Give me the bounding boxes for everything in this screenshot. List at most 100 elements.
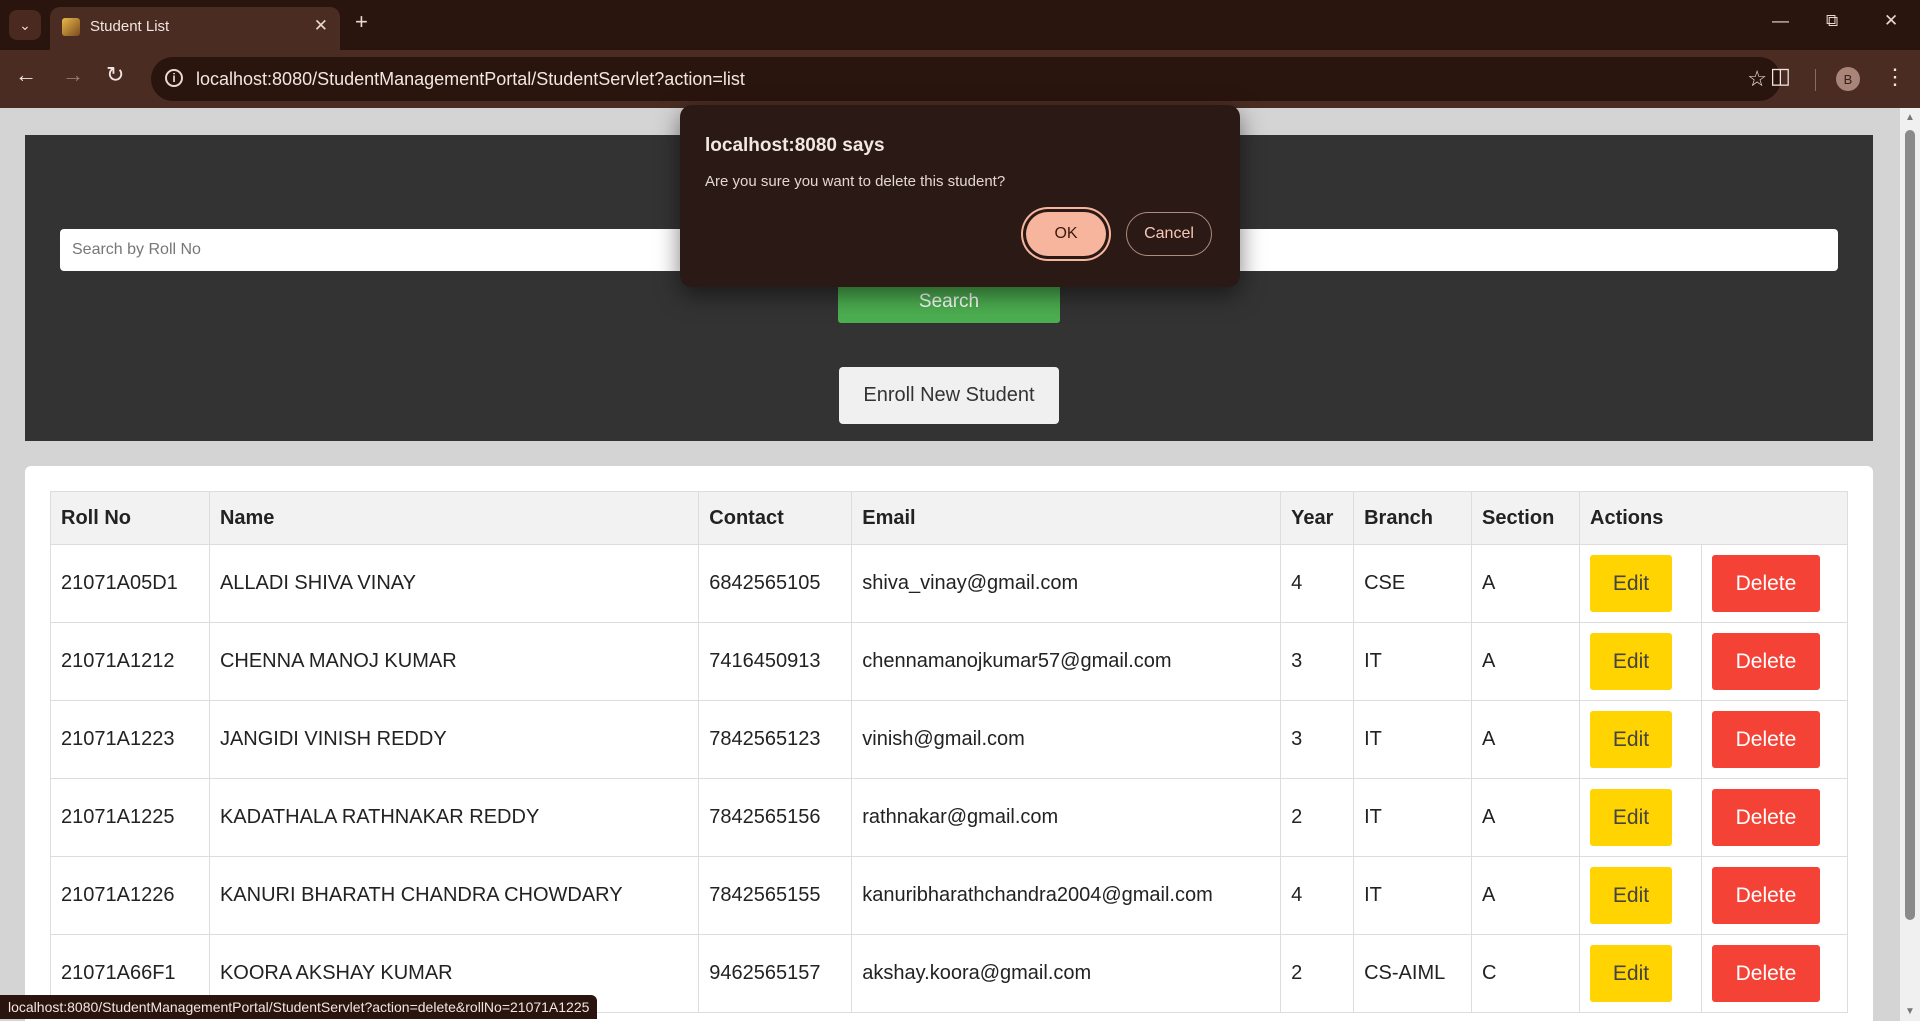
delete-button[interactable]: Delete (1711, 633, 1820, 690)
enroll-new-student-button[interactable]: Enroll New Student (839, 367, 1059, 424)
cell-name: ALLADI SHIVA VINAY (208, 544, 700, 623)
col-header-email: Email (851, 491, 1282, 545)
browser-tab-bar: ⌄ Student List ✕ + — ⧉ ✕ (0, 0, 1920, 50)
cell-name: KANURI BHARATH CHANDRA CHOWDARY (208, 856, 700, 935)
cell-edit: Edit (1579, 778, 1702, 857)
cell-year: 3 (1280, 622, 1355, 701)
profile-avatar[interactable]: B (1836, 67, 1860, 91)
edit-button[interactable]: Edit (1590, 555, 1673, 612)
minimize-icon[interactable]: — (1772, 12, 1789, 29)
cell-contact: 6842565105 (698, 544, 853, 623)
cell-email: shiva_vinay@gmail.com (851, 544, 1282, 623)
students-table: Roll No Name Contact Email Year Branch S… (50, 491, 1849, 1013)
new-tab-plus-icon[interactable]: + (355, 11, 368, 33)
col-header-year: Year (1280, 491, 1355, 545)
edit-button[interactable]: Edit (1590, 789, 1673, 846)
cell-contact: 9462565157 (698, 934, 853, 1013)
scroll-thumb[interactable] (1905, 130, 1915, 920)
site-info-icon[interactable]: i (165, 69, 183, 87)
cell-roll: 21071A1223 (50, 700, 210, 779)
dialog-cancel-button[interactable]: Cancel (1126, 212, 1212, 256)
window-close-icon[interactable]: ✕ (1884, 12, 1898, 29)
extensions-puzzle-icon[interactable]: ◫ (1770, 63, 1791, 89)
cell-branch: IT (1353, 700, 1473, 779)
cell-name: CHENNA MANOJ KUMAR (208, 622, 700, 701)
cell-delete: Delete (1700, 544, 1849, 623)
col-header-section: Section (1471, 491, 1581, 545)
restore-icon[interactable]: ⧉ (1826, 12, 1838, 29)
page-scrollbar[interactable]: ▲ ▼ (1900, 108, 1920, 1021)
edit-button[interactable]: Edit (1590, 867, 1673, 924)
cell-year: 2 (1280, 934, 1355, 1013)
col-header-name: Name (208, 491, 700, 545)
table-row: 21071A1212 CHENNA MANOJ KUMAR 7416450913… (50, 622, 1849, 701)
cell-delete: Delete (1700, 934, 1849, 1013)
cell-section: A (1471, 700, 1581, 779)
tab-title: Student List (90, 18, 170, 35)
cell-email: rathnakar@gmail.com (851, 778, 1282, 857)
favicon-icon (62, 18, 80, 36)
students-table-panel: Roll No Name Contact Email Year Branch S… (25, 466, 1873, 1021)
cell-year: 4 (1280, 544, 1355, 623)
search-button[interactable]: Search (838, 281, 1060, 323)
cell-edit: Edit (1579, 934, 1702, 1013)
cell-contact: 7842565123 (698, 700, 853, 779)
close-tab-icon[interactable]: ✕ (314, 16, 328, 36)
cell-section: A (1471, 778, 1581, 857)
cell-delete: Delete (1700, 856, 1849, 935)
scroll-down-arrow-icon[interactable]: ▼ (1905, 1006, 1915, 1017)
delete-button[interactable]: Delete (1711, 555, 1820, 612)
col-header-roll: Roll No (50, 491, 210, 545)
dialog-message: Are you sure you want to delete this stu… (705, 173, 1006, 190)
cell-contact: 7416450913 (698, 622, 853, 701)
cell-year: 4 (1280, 856, 1355, 935)
cell-branch: CS-AIML (1353, 934, 1473, 1013)
cell-branch: CSE (1353, 544, 1473, 623)
back-arrow-icon[interactable]: ← (15, 64, 37, 86)
edit-button[interactable]: Edit (1590, 945, 1673, 1002)
delete-button[interactable]: Delete (1711, 867, 1820, 924)
table-row: 21071A05D1 ALLADI SHIVA VINAY 6842565105… (50, 544, 1849, 623)
cell-delete: Delete (1700, 622, 1849, 701)
dialog-title: localhost:8080 says (705, 135, 885, 156)
address-bar[interactable]: i localhost:8080/StudentManagementPortal… (151, 57, 1781, 101)
cell-year: 2 (1280, 778, 1355, 857)
reload-icon[interactable]: ↻ (106, 64, 124, 86)
scroll-up-arrow-icon[interactable]: ▲ (1905, 112, 1915, 123)
browser-toolbar: ← → ↻ i localhost:8080/StudentManagement… (0, 50, 1920, 108)
cell-branch: IT (1353, 856, 1473, 935)
table-row: 21071A1226 KANURI BHARATH CHANDRA CHOWDA… (50, 856, 1849, 935)
delete-button[interactable]: Delete (1711, 945, 1820, 1002)
edit-button[interactable]: Edit (1590, 711, 1673, 768)
cell-roll: 21071A1212 (50, 622, 210, 701)
cell-roll: 21071A05D1 (50, 544, 210, 623)
url-text[interactable]: localhost:8080/StudentManagementPortal/S… (196, 69, 745, 90)
cell-section: A (1471, 544, 1581, 623)
forward-arrow-icon[interactable]: → (62, 64, 84, 86)
cell-email: akshay.koora@gmail.com (851, 934, 1282, 1013)
cell-branch: IT (1353, 778, 1473, 857)
cell-email: kanuribharathchandra2004@gmail.com (851, 856, 1282, 935)
cell-section: C (1471, 934, 1581, 1013)
toolbar-divider (1815, 69, 1816, 91)
tab-search-chevron-icon[interactable]: ⌄ (9, 10, 41, 40)
table-header-row: Roll No Name Contact Email Year Branch S… (50, 491, 1848, 545)
cell-delete: Delete (1700, 778, 1849, 857)
cell-section: A (1471, 856, 1581, 935)
dialog-ok-button[interactable]: OK (1026, 212, 1106, 256)
col-header-contact: Contact (698, 491, 853, 545)
cell-edit: Edit (1579, 700, 1702, 779)
delete-button[interactable]: Delete (1711, 789, 1820, 846)
table-row: 21071A1223 JANGIDI VINISH REDDY 78425651… (50, 700, 1849, 779)
cell-email: vinish@gmail.com (851, 700, 1282, 779)
link-status-bar: localhost:8080/StudentManagementPortal/S… (0, 995, 598, 1019)
browser-tab[interactable]: Student List ✕ (50, 7, 340, 50)
cell-branch: IT (1353, 622, 1473, 701)
more-menu-icon[interactable]: ⋮ (1884, 64, 1906, 90)
edit-button[interactable]: Edit (1590, 633, 1673, 690)
cell-roll: 21071A1226 (50, 856, 210, 935)
bookmark-star-icon[interactable]: ☆ (1747, 66, 1767, 92)
cell-roll: 21071A1225 (50, 778, 210, 857)
delete-button[interactable]: Delete (1711, 711, 1820, 768)
table-row: 21071A1225 KADATHALA RATHNAKAR REDDY 784… (50, 778, 1849, 857)
